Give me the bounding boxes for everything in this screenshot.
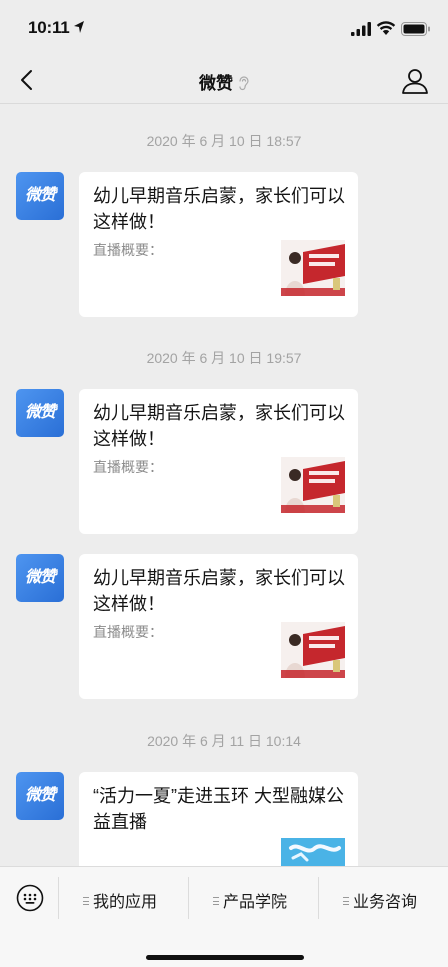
wezan-avatar[interactable]: 微赞 bbox=[16, 772, 64, 820]
article-title: 幼儿早期音乐启蒙，家长们可以这样做！ bbox=[93, 186, 345, 232]
menu-divider bbox=[188, 877, 189, 919]
menu-divider bbox=[58, 877, 59, 919]
wifi-icon bbox=[376, 21, 396, 35]
menu-item-product-academy[interactable]: 产品学院 bbox=[213, 888, 287, 912]
chat-title: 微赞 bbox=[0, 69, 448, 94]
wezan-avatar[interactable]: 微赞 bbox=[16, 389, 64, 437]
home-indicator bbox=[146, 955, 304, 960]
article-summary-label: 直播概要： bbox=[93, 624, 163, 640]
article-thumbnail bbox=[281, 240, 345, 296]
wezan-avatar[interactable]: 微赞 bbox=[16, 554, 64, 602]
nav-bar: 微赞 bbox=[0, 56, 448, 104]
article-summary-label: 直播概要： bbox=[93, 459, 163, 475]
article-summary-label: 直播概要： bbox=[93, 242, 163, 258]
article-card[interactable]: 幼儿早期音乐启蒙，家长们可以这样做！ 直播概要： bbox=[79, 554, 358, 699]
status-bar: 10:11 bbox=[0, 0, 448, 56]
message-timestamp: 2020 年 6 月 10 日 18:57 bbox=[146, 133, 302, 149]
menu-item-business-consulting[interactable]: 业务咨询 bbox=[343, 888, 417, 912]
status-time: 10:11 bbox=[28, 18, 70, 37]
menu-lines-icon bbox=[83, 897, 89, 905]
menu-item-label: 业务咨询 bbox=[353, 894, 418, 911]
ear-icon bbox=[239, 76, 249, 91]
article-title: 幼儿早期音乐启蒙，家长们可以这样做！ bbox=[93, 403, 345, 449]
menu-lines-icon bbox=[213, 897, 219, 905]
article-thumbnail bbox=[281, 622, 345, 678]
chat-title-text: 微赞 bbox=[199, 74, 233, 93]
cellular-signal-icon bbox=[351, 22, 371, 36]
message-timestamp: 2020 年 6 月 11 日 10:14 bbox=[147, 733, 301, 749]
article-thumbnail bbox=[281, 457, 345, 513]
menu-item-my-apps[interactable]: 我的应用 bbox=[83, 888, 157, 912]
menu-lines-icon bbox=[343, 897, 349, 905]
profile-icon[interactable] bbox=[400, 66, 430, 96]
battery-icon bbox=[401, 22, 430, 36]
menu-item-label: 我的应用 bbox=[93, 894, 158, 911]
menu-item-label: 产品学院 bbox=[223, 894, 288, 911]
article-title: 幼儿早期音乐启蒙，家长们可以这样做！ bbox=[93, 568, 345, 614]
keyboard-icon[interactable] bbox=[16, 884, 44, 912]
location-arrow-icon bbox=[74, 21, 84, 33]
article-title: “活力一夏”走进玉环 大型融媒公益直播 bbox=[93, 786, 344, 832]
wezan-avatar[interactable]: 微赞 bbox=[16, 172, 64, 220]
message-timestamp: 2020 年 6 月 10 日 19:57 bbox=[146, 350, 302, 366]
bottom-menu-bar: 我的应用 产品学院 业务咨询 bbox=[0, 866, 448, 967]
article-card[interactable]: 幼儿早期音乐启蒙，家长们可以这样做！ 直播概要： bbox=[79, 389, 358, 534]
article-card[interactable]: 幼儿早期音乐启蒙，家长们可以这样做！ 直播概要： bbox=[79, 172, 358, 317]
menu-divider bbox=[318, 877, 319, 919]
